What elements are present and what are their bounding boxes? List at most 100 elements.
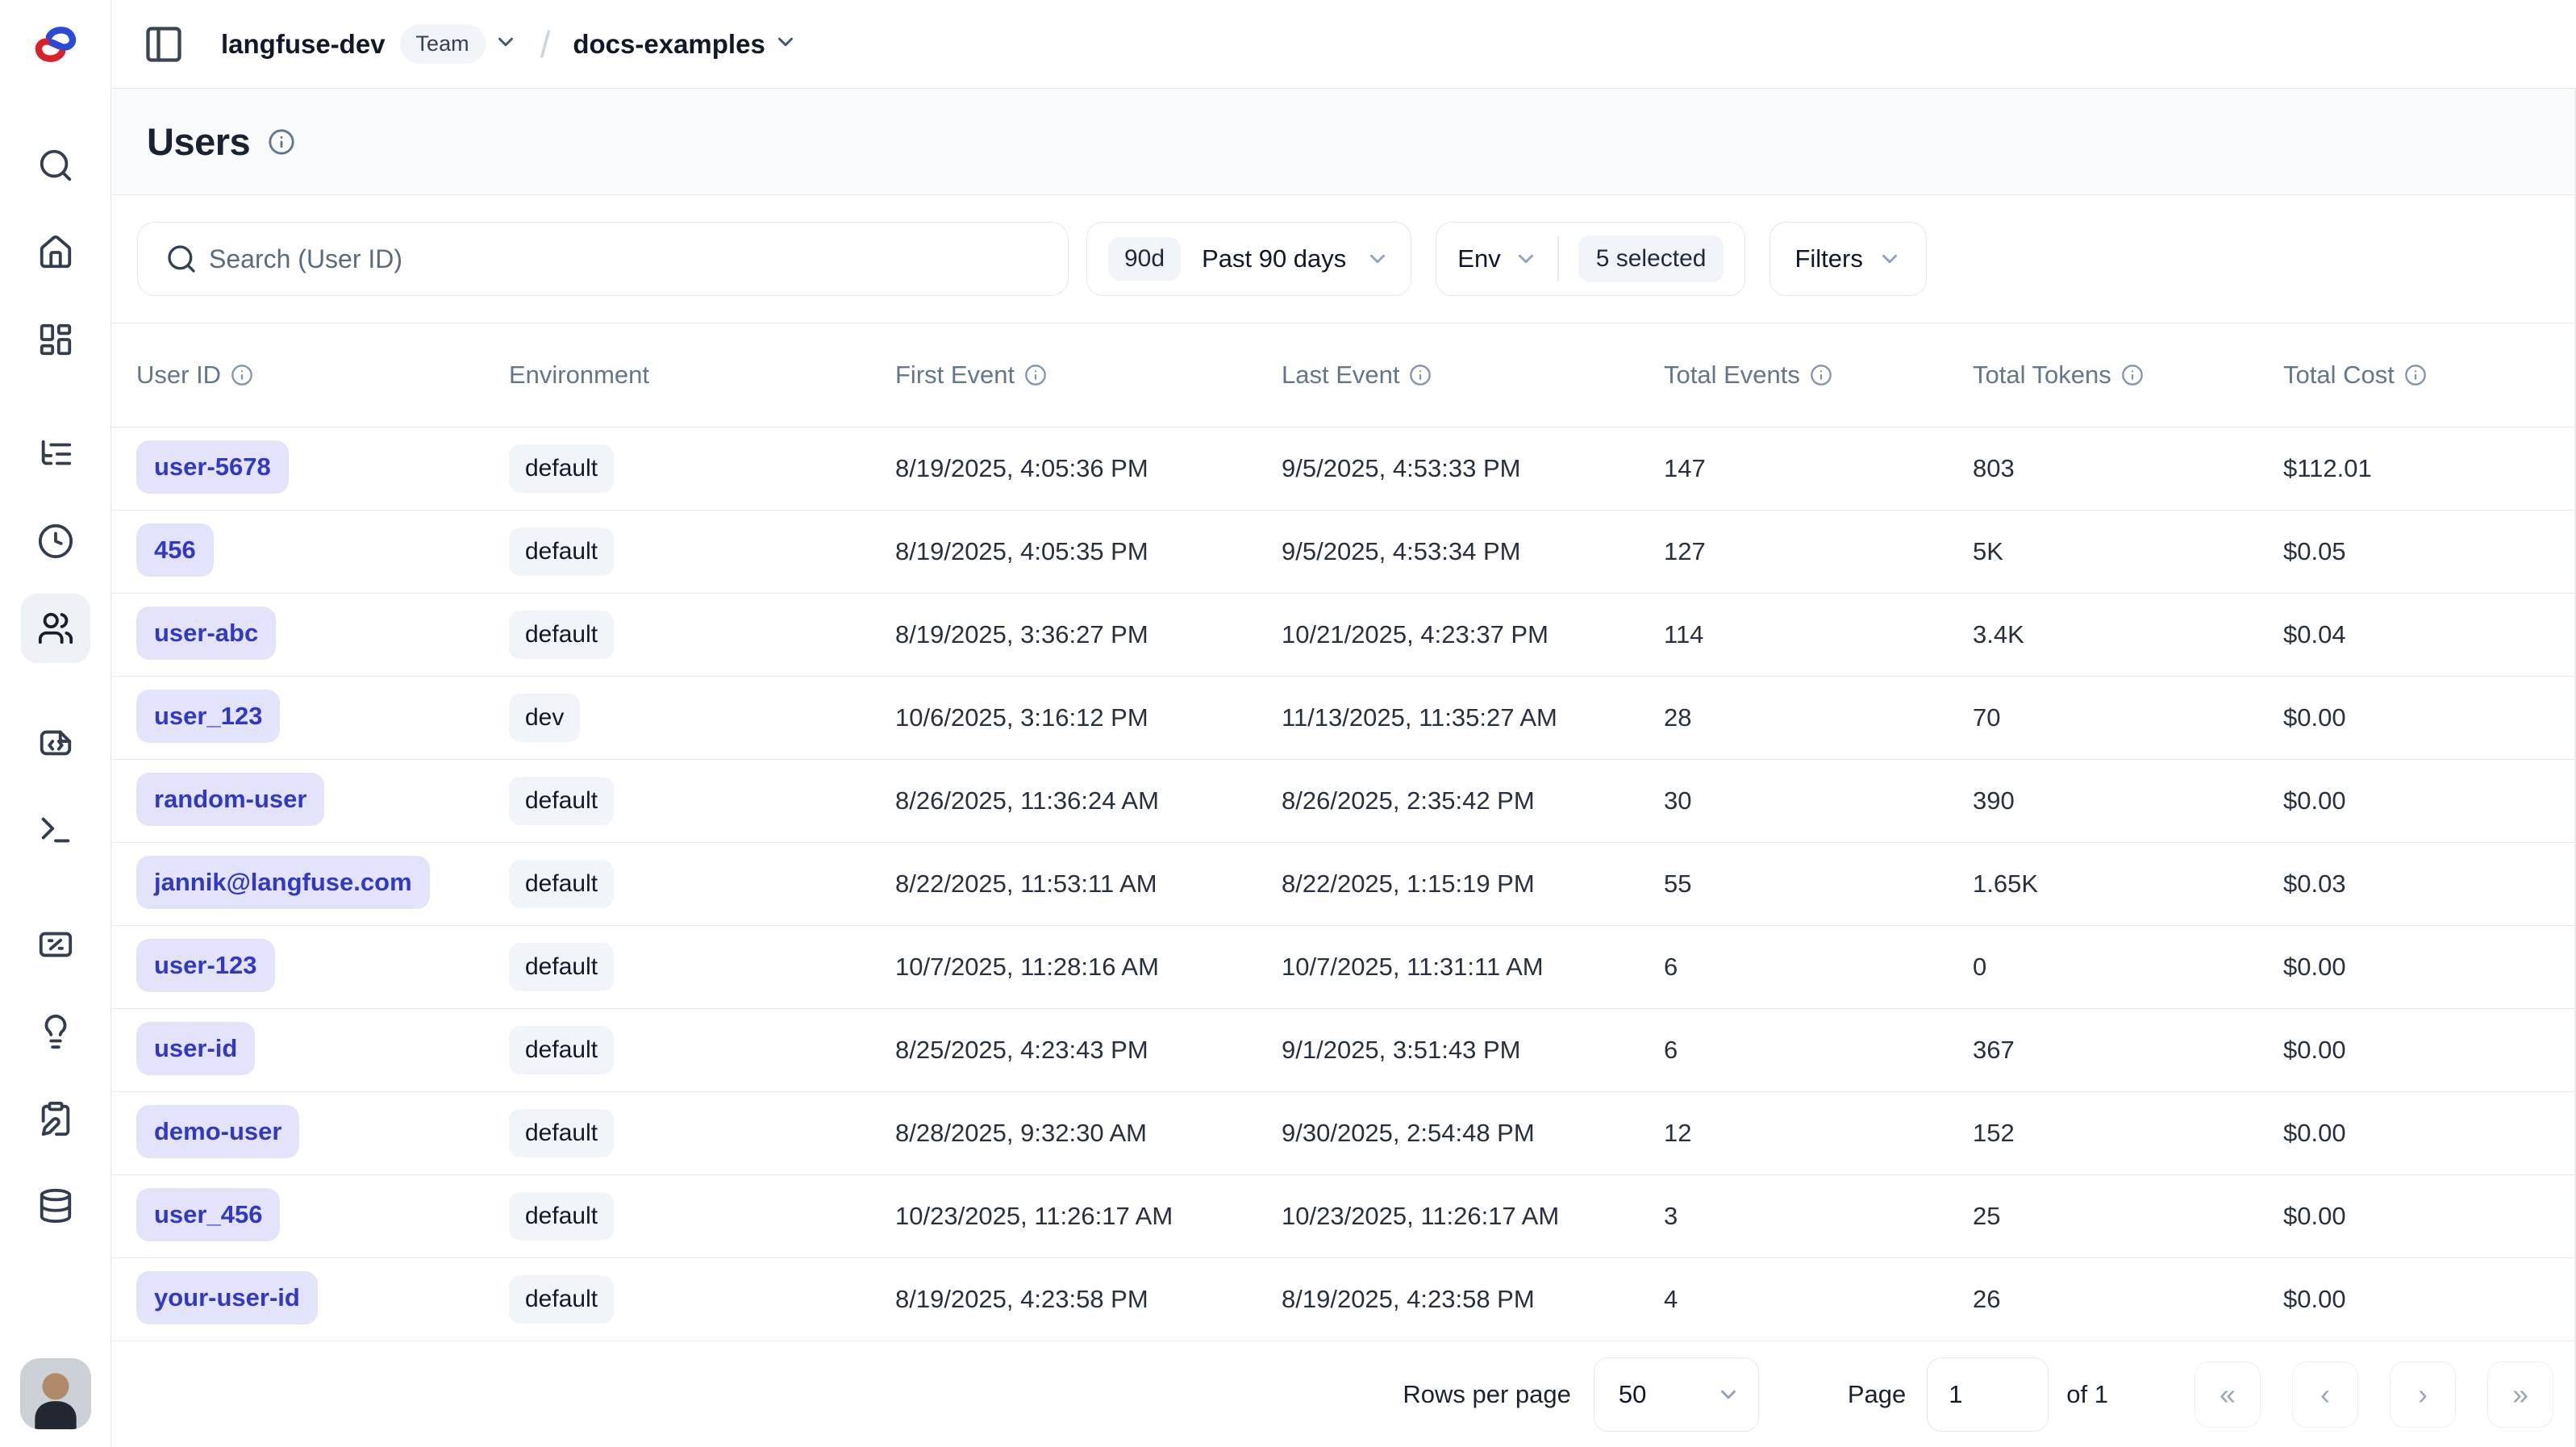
chevron-down-icon xyxy=(494,30,518,54)
project-switcher[interactable] xyxy=(773,30,798,58)
info-icon[interactable] xyxy=(2404,364,2427,386)
last-page-button[interactable]: » xyxy=(2487,1362,2553,1428)
column-header-last-event[interactable]: Last Event xyxy=(1282,361,1664,390)
user-id-badge[interactable]: user-5678 xyxy=(136,440,289,494)
rows-per-page-select[interactable]: 50 xyxy=(1594,1357,1759,1432)
search-box[interactable] xyxy=(137,222,1069,296)
info-icon[interactable] xyxy=(231,364,253,386)
rows-per-page-label: Rows per page xyxy=(1403,1380,1571,1409)
first-page-button[interactable]: « xyxy=(2195,1362,2261,1428)
filters-button[interactable]: Filters xyxy=(1769,222,1926,296)
user-id-badge[interactable]: 456 xyxy=(136,523,214,577)
date-range-label: Past 90 days xyxy=(1202,244,1346,273)
column-header-environment[interactable]: Environment xyxy=(509,361,895,390)
environment-filter-button[interactable]: Env 5 selected xyxy=(1436,222,1745,296)
date-range-button[interactable]: 90d Past 90 days xyxy=(1086,222,1411,296)
clipboard-pen-icon xyxy=(37,1100,74,1137)
user-id-badge[interactable]: your-user-id xyxy=(136,1271,318,1324)
environment-badge: default xyxy=(509,943,614,991)
table-row[interactable]: user-id default 8/25/2025, 4:23:43 PM 9/… xyxy=(111,1009,2576,1092)
last-event-cell: 9/5/2025, 4:53:34 PM xyxy=(1282,537,1664,566)
sidebar-item-scores[interactable] xyxy=(21,910,90,979)
user-id-badge[interactable]: jannik@langfuse.com xyxy=(136,856,430,909)
total-tokens-cell: 5K xyxy=(1973,537,2283,566)
user-id-badge[interactable]: user_456 xyxy=(136,1188,280,1241)
org-name[interactable]: langfuse-dev xyxy=(221,29,386,60)
lightbulb-icon xyxy=(37,1013,74,1050)
total-tokens-cell: 152 xyxy=(1973,1119,2283,1148)
sidebar-item-home[interactable] xyxy=(21,218,90,287)
sidebar-item-datasets[interactable] xyxy=(21,1171,90,1241)
sidebar-item-playground[interactable] xyxy=(21,795,90,865)
page-title: Users xyxy=(147,119,250,164)
environment-badge: default xyxy=(509,444,614,493)
table-row[interactable]: user_456 default 10/23/2025, 11:26:17 AM… xyxy=(111,1175,2576,1258)
info-icon[interactable] xyxy=(1409,364,1432,386)
table-row[interactable]: random-user default 8/26/2025, 11:36:24 … xyxy=(111,760,2576,843)
environment-badge: default xyxy=(509,1026,614,1074)
total-events-cell: 4 xyxy=(1664,1285,1973,1314)
table-row[interactable]: demo-user default 8/28/2025, 9:32:30 AM … xyxy=(111,1092,2576,1175)
sidebar-item-sessions[interactable] xyxy=(21,507,90,576)
page-number-input[interactable] xyxy=(1927,1357,2049,1432)
home-icon xyxy=(37,234,74,271)
percent-card-icon xyxy=(37,926,74,963)
info-icon[interactable] xyxy=(2121,364,2144,386)
breadcrumb-separator: / xyxy=(540,23,551,66)
org-switcher[interactable] xyxy=(494,30,518,58)
search-input[interactable] xyxy=(209,244,1052,274)
page-label: Page xyxy=(1848,1380,1906,1409)
user-id-badge[interactable]: user-abc xyxy=(136,607,276,660)
first-event-cell: 8/25/2025, 4:23:43 PM xyxy=(895,1036,1282,1065)
sidebar-item-prompts[interactable] xyxy=(21,708,90,778)
table-row[interactable]: user_123 dev 10/6/2025, 3:16:12 PM 11/13… xyxy=(111,677,2576,760)
last-event-cell: 9/1/2025, 3:51:43 PM xyxy=(1282,1036,1664,1065)
table-row[interactable]: 456 default 8/19/2025, 4:05:35 PM 9/5/20… xyxy=(111,511,2576,594)
environment-badge: default xyxy=(509,860,614,908)
user-id-badge[interactable]: demo-user xyxy=(136,1105,299,1158)
column-header-user-id[interactable]: User ID xyxy=(136,361,509,390)
project-name[interactable]: docs-examples xyxy=(573,29,765,60)
chevron-down-icon xyxy=(1365,247,1390,271)
user-avatar[interactable] xyxy=(20,1358,91,1429)
total-events-cell: 114 xyxy=(1664,620,1973,649)
sidebar-toggle-button[interactable] xyxy=(140,21,187,68)
sidebar-item-search[interactable] xyxy=(21,131,90,200)
page-title-info-icon[interactable] xyxy=(268,128,295,156)
info-icon[interactable] xyxy=(1024,364,1047,386)
sidebar-item-tracing[interactable] xyxy=(21,419,90,489)
total-events-cell: 30 xyxy=(1664,786,1973,815)
file-code-icon xyxy=(37,724,74,761)
user-id-badge[interactable]: random-user xyxy=(136,773,324,826)
table-row[interactable]: jannik@langfuse.com default 8/22/2025, 1… xyxy=(111,843,2576,926)
user-id-badge[interactable]: user-123 xyxy=(136,939,275,992)
sidebar-item-annotation[interactable] xyxy=(21,1084,90,1153)
column-header-total-cost[interactable]: Total Cost xyxy=(2283,361,2553,390)
next-page-button[interactable]: › xyxy=(2390,1362,2456,1428)
table-row[interactable]: user-abc default 8/19/2025, 3:36:27 PM 1… xyxy=(111,594,2576,677)
table-row[interactable]: user-5678 default 8/19/2025, 4:05:36 PM … xyxy=(111,427,2576,511)
previous-page-button[interactable]: ‹ xyxy=(2292,1362,2358,1428)
env-label: Env xyxy=(1457,244,1500,273)
page-header: Users xyxy=(111,89,2576,195)
info-icon[interactable] xyxy=(1810,364,1832,386)
user-id-badge[interactable]: user-id xyxy=(136,1022,255,1075)
sidebar-item-insights[interactable] xyxy=(21,997,90,1066)
table-row[interactable]: user-123 default 10/7/2025, 11:28:16 AM … xyxy=(111,926,2576,1009)
panel-left-icon xyxy=(143,23,185,65)
sidebar-nav xyxy=(21,89,90,1258)
first-event-cell: 10/23/2025, 11:26:17 AM xyxy=(895,1202,1282,1231)
langfuse-logo[interactable] xyxy=(0,0,110,89)
first-event-cell: 8/19/2025, 3:36:27 PM xyxy=(895,620,1282,649)
total-events-cell: 127 xyxy=(1664,537,1973,566)
total-tokens-cell: 803 xyxy=(1973,454,2283,483)
sidebar-item-users[interactable] xyxy=(21,594,90,663)
column-header-total-tokens[interactable]: Total Tokens xyxy=(1973,361,2283,390)
user-id-badge[interactable]: user_123 xyxy=(136,690,280,743)
sidebar-item-dashboards[interactable] xyxy=(21,305,90,374)
column-header-first-event[interactable]: First Event xyxy=(895,361,1282,390)
table-row[interactable]: your-user-id default 8/19/2025, 4:23:58 … xyxy=(111,1258,2576,1341)
last-event-cell: 8/22/2025, 1:15:19 PM xyxy=(1282,869,1664,899)
column-header-total-events[interactable]: Total Events xyxy=(1664,361,1973,390)
total-events-cell: 12 xyxy=(1664,1119,1973,1148)
